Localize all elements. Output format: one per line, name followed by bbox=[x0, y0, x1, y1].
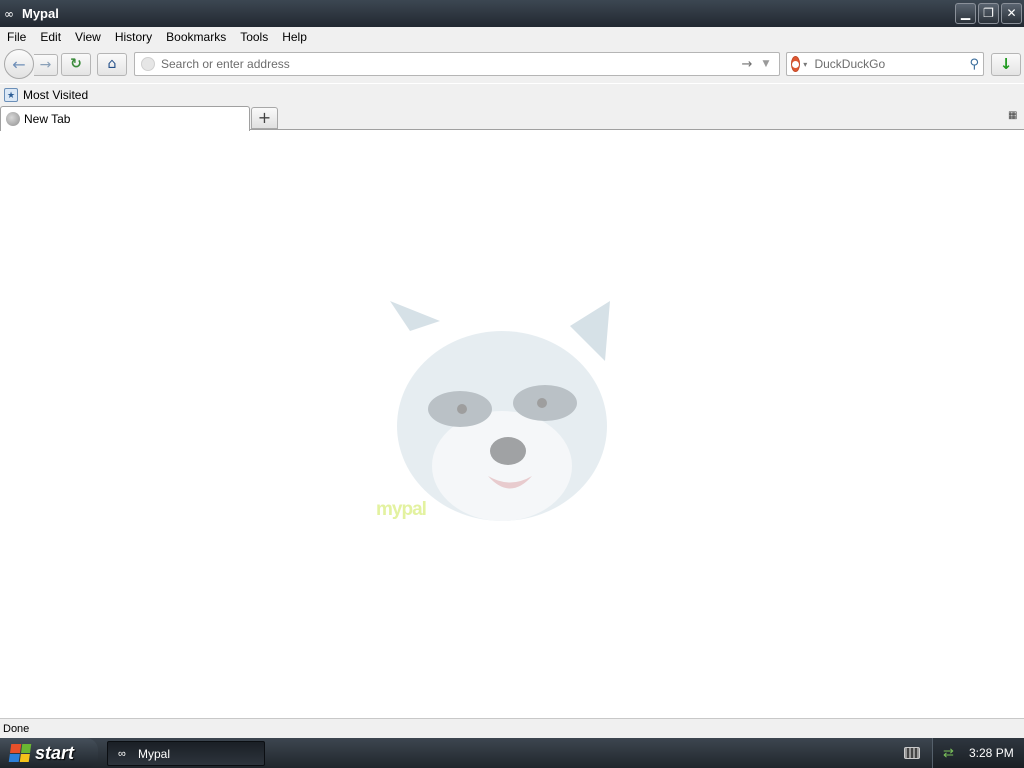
tab-new-tab[interactable]: New Tab bbox=[0, 106, 250, 131]
start-button[interactable]: start bbox=[0, 738, 98, 768]
browser-window: ∞ Mypal ▁ ❐ ✕ File Edit View History Boo… bbox=[0, 0, 1024, 768]
globe-icon bbox=[6, 112, 20, 126]
downloads-button[interactable]: ↓ bbox=[991, 53, 1021, 76]
mypal-logo-text: mypal bbox=[376, 499, 427, 520]
close-button[interactable]: ✕ bbox=[1001, 3, 1022, 24]
bookmark-most-visited[interactable]: Most Visited bbox=[23, 88, 88, 102]
raccoon-mascot-image bbox=[390, 301, 610, 521]
reload-button[interactable]: ↻ bbox=[61, 53, 91, 76]
url-history-dropmarker-icon[interactable]: ▼ bbox=[759, 59, 773, 69]
duckduckgo-icon[interactable] bbox=[791, 56, 801, 72]
keyboard-icon[interactable] bbox=[904, 747, 920, 759]
go-arrow-icon[interactable]: → bbox=[739, 57, 755, 72]
status-bar: Done bbox=[0, 718, 1024, 738]
tab-strip: New Tab + ▦ bbox=[0, 105, 1024, 131]
network-icon[interactable]: ⇄ bbox=[943, 745, 959, 761]
most-visited-folder-icon[interactable]: ★ bbox=[4, 87, 18, 102]
forward-arrow-icon: → bbox=[39, 57, 52, 73]
search-bar[interactable]: ▾ ⚲ bbox=[786, 52, 984, 76]
taskbar-clock[interactable]: 3:28 PM bbox=[969, 746, 1014, 760]
back-button[interactable]: ← bbox=[4, 49, 34, 79]
minimize-button[interactable]: ▁ bbox=[955, 3, 976, 24]
taskbar-item-label: Mypal bbox=[138, 746, 171, 761]
taskbar: start ∞ Mypal ⇄ 3:28 PM bbox=[0, 738, 1024, 768]
navigation-toolbar: ← → ↻ ⌂ → ▼ ▾ ⚲ ↓ bbox=[0, 47, 1024, 83]
tab-label: New Tab bbox=[24, 112, 71, 126]
menu-bookmarks[interactable]: Bookmarks bbox=[159, 30, 233, 44]
home-button[interactable]: ⌂ bbox=[97, 53, 127, 76]
download-arrow-icon: ↓ bbox=[999, 55, 1013, 73]
tab-grid-icon[interactable]: ▦ bbox=[1008, 110, 1020, 122]
page-content: mypal bbox=[0, 131, 1024, 718]
forward-button[interactable]: → bbox=[34, 54, 58, 76]
windows-logo-icon bbox=[8, 744, 32, 762]
menu-file[interactable]: File bbox=[0, 30, 33, 44]
menu-edit[interactable]: Edit bbox=[33, 30, 68, 44]
mypal-app-icon: ∞ bbox=[4, 6, 14, 21]
search-input[interactable] bbox=[814, 57, 970, 71]
window-title: Mypal bbox=[22, 6, 59, 21]
home-icon: ⌂ bbox=[107, 56, 117, 72]
back-arrow-icon: ← bbox=[12, 54, 26, 74]
address-bar[interactable]: → ▼ bbox=[134, 52, 780, 76]
menu-history[interactable]: History bbox=[108, 30, 159, 44]
menu-help[interactable]: Help bbox=[275, 30, 314, 44]
system-tray: ⇄ 3:28 PM bbox=[932, 738, 1024, 768]
new-tab-button[interactable]: + bbox=[251, 107, 278, 129]
title-bar[interactable]: ∞ Mypal ▁ ❐ ✕ bbox=[0, 0, 1024, 27]
window-controls: ▁ ❐ ✕ bbox=[955, 3, 1022, 24]
reload-icon: ↻ bbox=[70, 56, 82, 72]
menu-bar: File Edit View History Bookmarks Tools H… bbox=[0, 27, 1024, 47]
search-engine-dropdown-icon[interactable]: ▾ bbox=[803, 60, 808, 69]
search-magnifier-icon[interactable]: ⚲ bbox=[969, 57, 979, 72]
menu-tools[interactable]: Tools bbox=[233, 30, 275, 44]
site-identity-icon[interactable] bbox=[141, 57, 155, 71]
mypal-app-icon: ∞ bbox=[118, 747, 126, 760]
taskbar-item-mypal[interactable]: ∞ Mypal bbox=[107, 741, 265, 766]
start-label: start bbox=[35, 742, 75, 763]
menu-view[interactable]: View bbox=[68, 30, 108, 44]
url-input[interactable] bbox=[161, 54, 739, 74]
restore-button[interactable]: ❐ bbox=[978, 3, 999, 24]
status-text: Done bbox=[3, 722, 30, 735]
bookmarks-toolbar: ★ Most Visited bbox=[0, 84, 1024, 105]
